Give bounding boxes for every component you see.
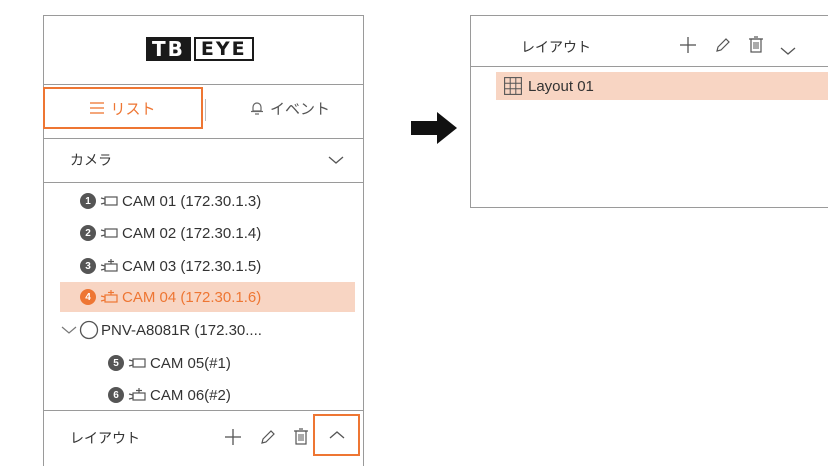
box-camera-icon bbox=[100, 196, 118, 206]
bell-icon bbox=[250, 102, 263, 115]
camera-number-badge: 1 bbox=[80, 193, 96, 209]
delete-layout-button[interactable] bbox=[748, 36, 764, 58]
ptz-camera-icon bbox=[100, 290, 118, 303]
collapse-layout-button[interactable] bbox=[313, 414, 360, 456]
list-icon bbox=[90, 102, 105, 114]
layout-section-label: レイアウト bbox=[70, 431, 140, 447]
edit-icon bbox=[716, 38, 730, 52]
camera-number-badge: 3 bbox=[80, 258, 96, 274]
camera-label: CAM 06(#2) bbox=[150, 386, 231, 404]
layout-panel-toggle[interactable] bbox=[780, 41, 796, 60]
tab-list[interactable]: リスト bbox=[43, 87, 203, 129]
chevron-down-icon bbox=[780, 47, 796, 55]
tab-separator bbox=[205, 99, 206, 121]
tab-event-label: イベント bbox=[269, 99, 330, 118]
box-camera-icon bbox=[128, 358, 146, 368]
camera-number-badge: 5 bbox=[108, 355, 124, 371]
layout-panel-label: レイアウト bbox=[521, 40, 591, 56]
camera-label: CAM 03 (172.30.1.5) bbox=[122, 257, 262, 275]
chevron-up-icon bbox=[329, 431, 344, 439]
camera-item-cam04[interactable]: 4 CAM 04 (172.30.1.6) bbox=[60, 282, 355, 312]
camera-label: CAM 04 (172.30.1.6) bbox=[122, 288, 262, 306]
logo-tb-text: TB bbox=[146, 37, 191, 61]
delete-layout-button[interactable] bbox=[293, 428, 309, 450]
ptz-camera-icon bbox=[100, 259, 118, 272]
nvr-group-item[interactable]: PNV-A8081R (172.30.... bbox=[60, 315, 355, 345]
divider bbox=[43, 182, 364, 183]
divider bbox=[43, 84, 364, 85]
add-layout-button[interactable] bbox=[679, 36, 697, 58]
device-circle-icon bbox=[79, 320, 99, 340]
divider bbox=[43, 138, 364, 139]
delete-icon bbox=[749, 36, 763, 53]
nvr-group-label: PNV-A8081R (172.30.... bbox=[101, 321, 262, 339]
camera-item-cam01[interactable]: 1 CAM 01 (172.30.1.3) bbox=[60, 186, 355, 216]
ptz-camera-icon bbox=[128, 388, 146, 401]
edit-icon bbox=[261, 430, 275, 444]
add-icon bbox=[225, 429, 241, 445]
layout-item-label: Layout 01 bbox=[528, 77, 594, 95]
delete-icon bbox=[294, 428, 308, 445]
layout-item-01[interactable]: Layout 01 bbox=[496, 72, 828, 100]
camera-item-cam05[interactable]: 5 CAM 05(#1) bbox=[60, 348, 355, 378]
tbeye-logo: TB EYE bbox=[146, 37, 254, 61]
tab-list-label: リスト bbox=[110, 99, 156, 118]
camera-item-cam06[interactable]: 6 CAM 06(#2) bbox=[60, 380, 355, 410]
chevron-down-icon bbox=[61, 326, 77, 334]
add-layout-button[interactable] bbox=[224, 428, 242, 450]
box-camera-icon bbox=[100, 228, 118, 238]
camera-label: CAM 01 (172.30.1.3) bbox=[122, 192, 262, 210]
add-icon bbox=[680, 37, 696, 53]
chevron-down-icon bbox=[328, 156, 344, 164]
camera-section-toggle[interactable] bbox=[328, 150, 344, 169]
grid-layout-icon bbox=[504, 77, 522, 95]
camera-item-cam02[interactable]: 2 CAM 02 (172.30.1.4) bbox=[60, 218, 355, 248]
camera-number-badge: 6 bbox=[108, 387, 124, 403]
camera-label: CAM 02 (172.30.1.4) bbox=[122, 224, 262, 242]
arrow-right-icon bbox=[411, 112, 457, 148]
camera-item-cam03[interactable]: 3 CAM 03 (172.30.1.5) bbox=[60, 251, 355, 281]
edit-layout-button[interactable] bbox=[259, 428, 277, 450]
camera-number-badge: 4 bbox=[80, 289, 96, 305]
tab-event[interactable]: イベント bbox=[220, 87, 360, 129]
camera-label: CAM 05(#1) bbox=[150, 354, 231, 372]
divider bbox=[470, 66, 828, 67]
camera-section-label: カメラ bbox=[70, 153, 112, 169]
divider bbox=[43, 410, 364, 411]
edit-layout-button[interactable] bbox=[714, 36, 732, 58]
camera-number-badge: 2 bbox=[80, 225, 96, 241]
logo-eye-text: EYE bbox=[193, 37, 254, 61]
